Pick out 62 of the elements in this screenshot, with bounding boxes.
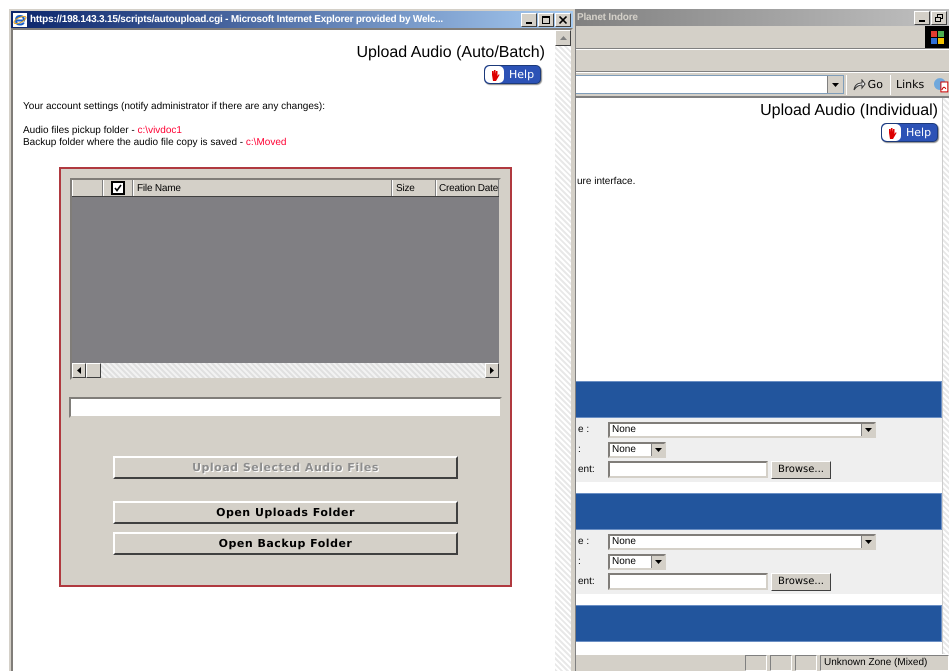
checkmark-icon (114, 184, 122, 192)
help-button[interactable]: Help (484, 65, 541, 84)
field-label: e : (577, 424, 590, 435)
go-button[interactable]: Go (846, 74, 888, 94)
hand-icon (886, 126, 896, 138)
column-header[interactable] (72, 180, 103, 196)
scroll-thumb[interactable] (86, 363, 101, 378)
maximize-button[interactable] (538, 12, 554, 26)
restore-icon (935, 14, 943, 22)
field-label: : (577, 556, 582, 567)
setting-text: Audio files pickup folder - c:\vivdoc1 (23, 125, 183, 137)
dropdown-arrow-icon (864, 540, 872, 544)
window-title: Planet Indore (577, 12, 639, 23)
browser-logo-icon (13, 12, 27, 26)
arrow-icon (852, 78, 866, 90)
scroll-up-icon[interactable] (560, 36, 566, 40)
select-field[interactable]: None (608, 554, 666, 570)
scrollbar[interactable] (942, 98, 949, 654)
scrollbar[interactable] (555, 30, 571, 671)
file-input-field[interactable] (608, 461, 768, 478)
select-field[interactable]: None (608, 422, 876, 438)
minimize-icon (919, 20, 925, 22)
minimize-icon (526, 22, 532, 24)
select-field[interactable]: None (608, 442, 666, 458)
select-field[interactable]: None (608, 534, 876, 550)
address-field[interactable] (575, 75, 844, 94)
links-button[interactable]: Links (890, 74, 930, 94)
action-button[interactable]: Open Backup Folder (113, 532, 458, 555)
field-label: ent: (577, 576, 596, 587)
action-button[interactable]: Open Uploads Folder (113, 501, 458, 524)
field-label: : (577, 444, 582, 455)
account-note: Your account settings (notify administrator if there are any changes): (23, 101, 326, 112)
column-header[interactable]: File Name (137, 182, 181, 194)
window-title: https://198.143.3.15/scripts/autoupload.cgi - Microsoft Internet Explorer provided by Welc... (30, 14, 444, 25)
help-button[interactable]: Help (881, 123, 938, 142)
page-heading: Upload Audio (Auto/Batch) (355, 43, 545, 62)
close-icon (559, 16, 567, 24)
browse-button[interactable]: Browse... (771, 460, 831, 478)
hand-icon (490, 68, 500, 80)
browse-button[interactable]: Browse... (771, 572, 831, 590)
page-heading: Upload Audio (Individual) (759, 101, 939, 120)
pdf-icon[interactable] (933, 76, 949, 92)
dropdown-arrow-icon (654, 448, 662, 452)
field-label: e : (577, 536, 590, 547)
dropdown-arrow-icon (654, 560, 662, 564)
column-header[interactable]: Creation Date (439, 182, 498, 194)
close-button[interactable] (555, 12, 571, 26)
column-header[interactable]: Size (396, 182, 415, 194)
scroll-right-icon[interactable] (490, 367, 494, 374)
file-input-field[interactable] (608, 573, 768, 590)
scroll-left-icon[interactable] (77, 367, 81, 374)
field-label: ent: (577, 464, 596, 475)
dropdown-arrow-icon[interactable] (832, 82, 839, 86)
maximize-icon (542, 16, 550, 24)
path-field[interactable] (69, 397, 502, 418)
zone-status: Unknown Zone (Mixed) (820, 655, 949, 671)
info-text: ure interface. (576, 176, 636, 187)
setting-text: Backup folder where the audio file copy is saved - c:\Moved (23, 137, 288, 149)
dropdown-arrow-icon (864, 428, 872, 432)
minimize-button[interactable] (521, 12, 537, 26)
select-all-checkbox[interactable] (111, 181, 125, 195)
windows-logo-icon (925, 26, 949, 48)
